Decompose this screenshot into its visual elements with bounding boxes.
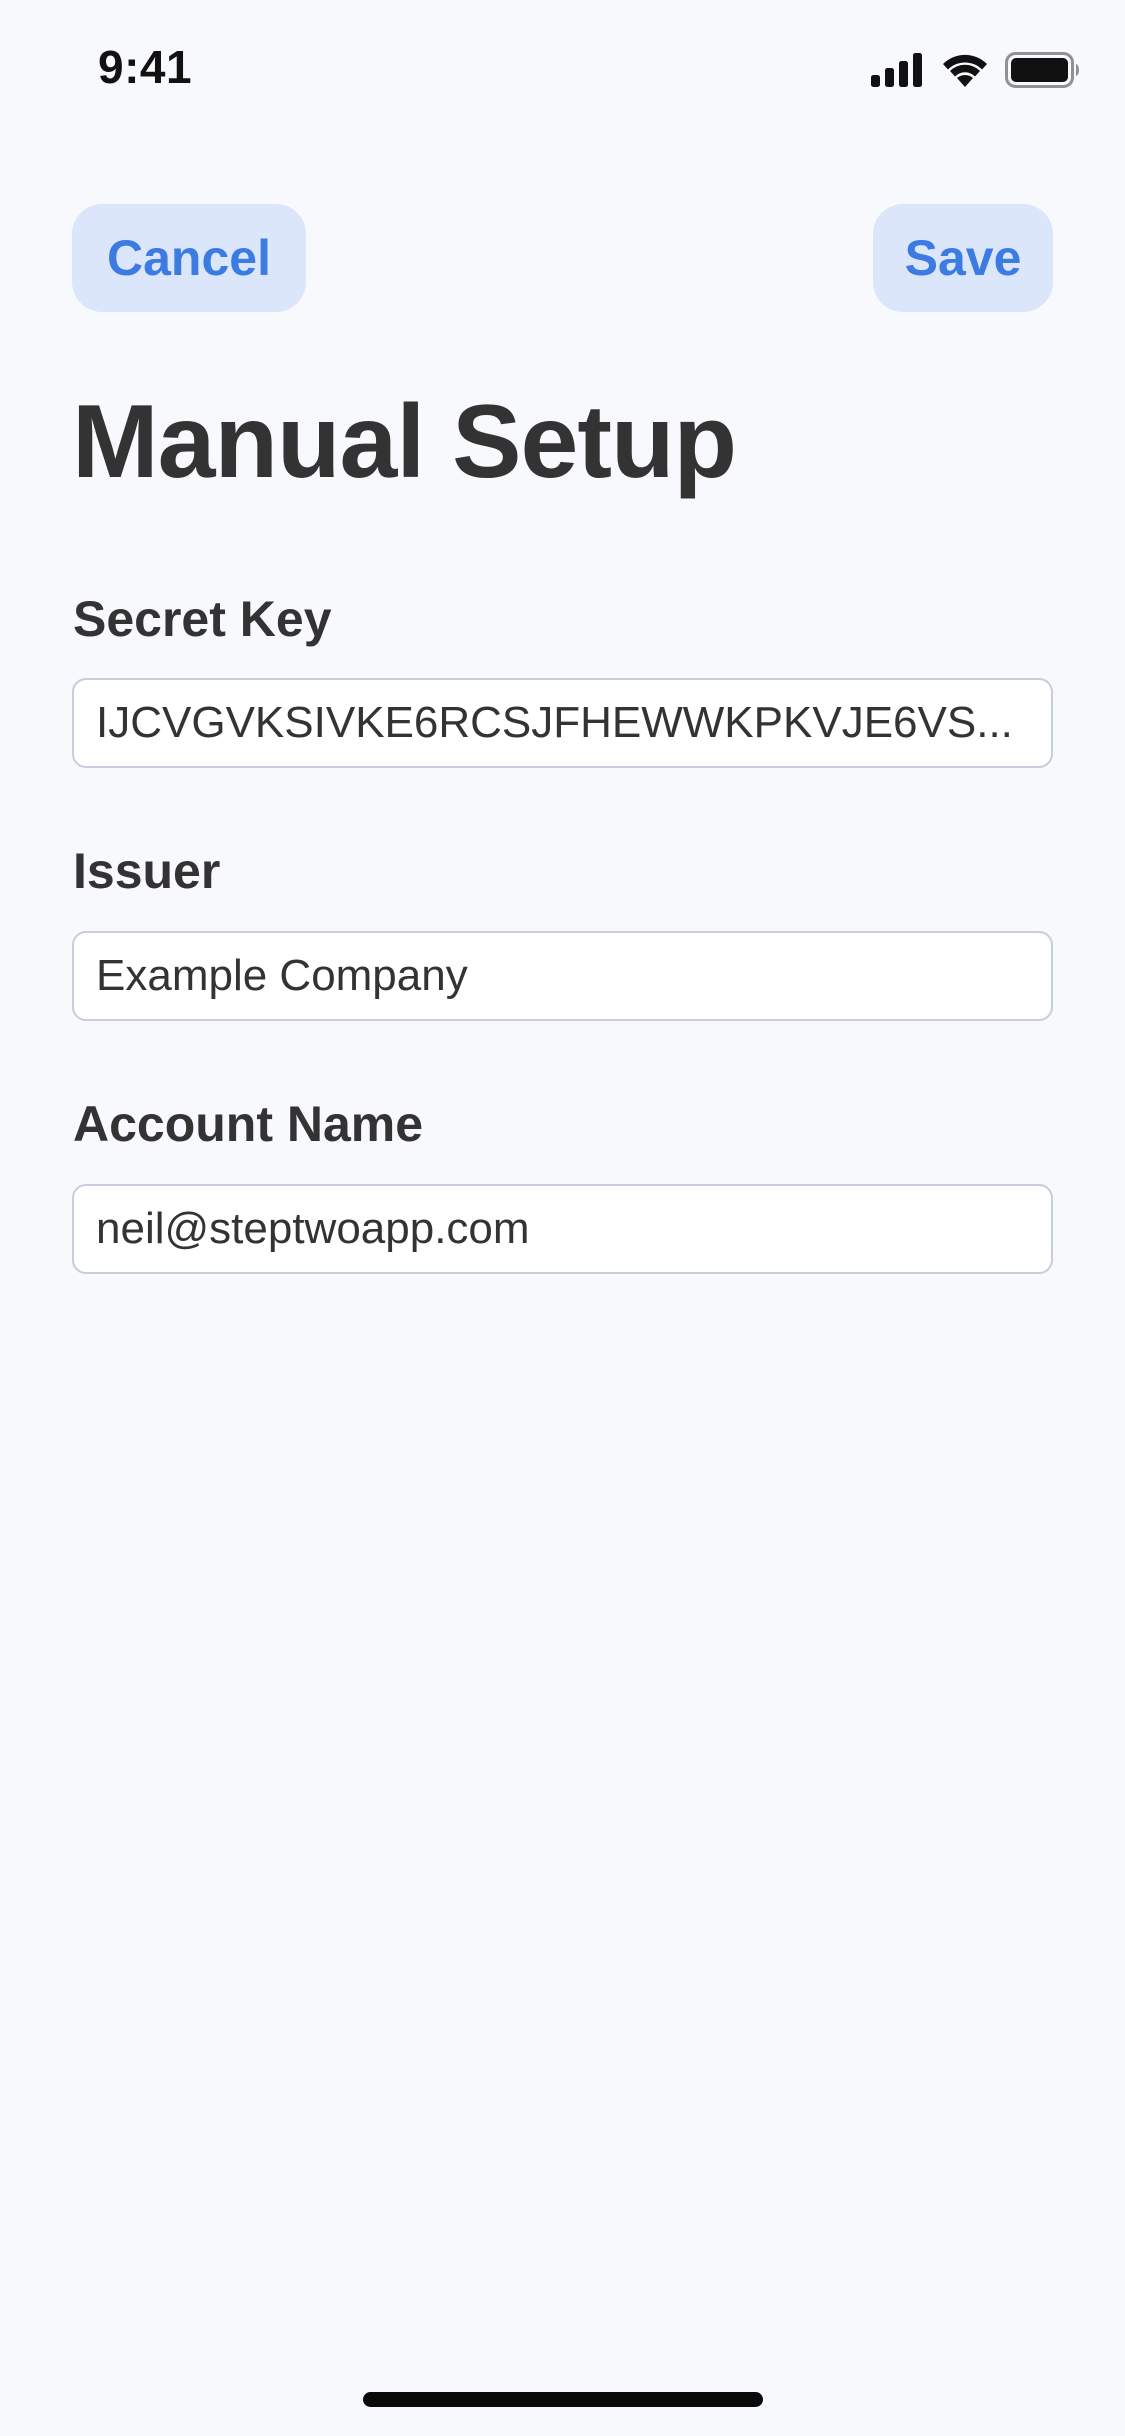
issuer-field[interactable]	[72, 931, 1053, 1021]
page-title: Manual Setup	[72, 384, 737, 500]
wifi-icon	[941, 53, 989, 87]
home-indicator[interactable]	[363, 2392, 763, 2407]
cellular-signal-icon	[871, 53, 925, 87]
secret-key-label: Secret Key	[73, 591, 332, 647]
status-bar: 9:41	[0, 0, 1125, 132]
secret-key-field[interactable]	[72, 678, 1053, 768]
battery-icon	[1005, 52, 1081, 88]
save-button[interactable]: Save	[873, 204, 1053, 312]
account-name-label: Account Name	[73, 1096, 424, 1152]
account-name-field[interactable]	[72, 1184, 1053, 1274]
manual-setup-screen: 9:41 Cancel Save Manual Setup Secret Key…	[0, 0, 1125, 2436]
issuer-label: Issuer	[73, 843, 221, 899]
cancel-button[interactable]: Cancel	[72, 204, 306, 312]
status-icons	[871, 50, 1081, 90]
status-time: 9:41	[98, 41, 193, 93]
